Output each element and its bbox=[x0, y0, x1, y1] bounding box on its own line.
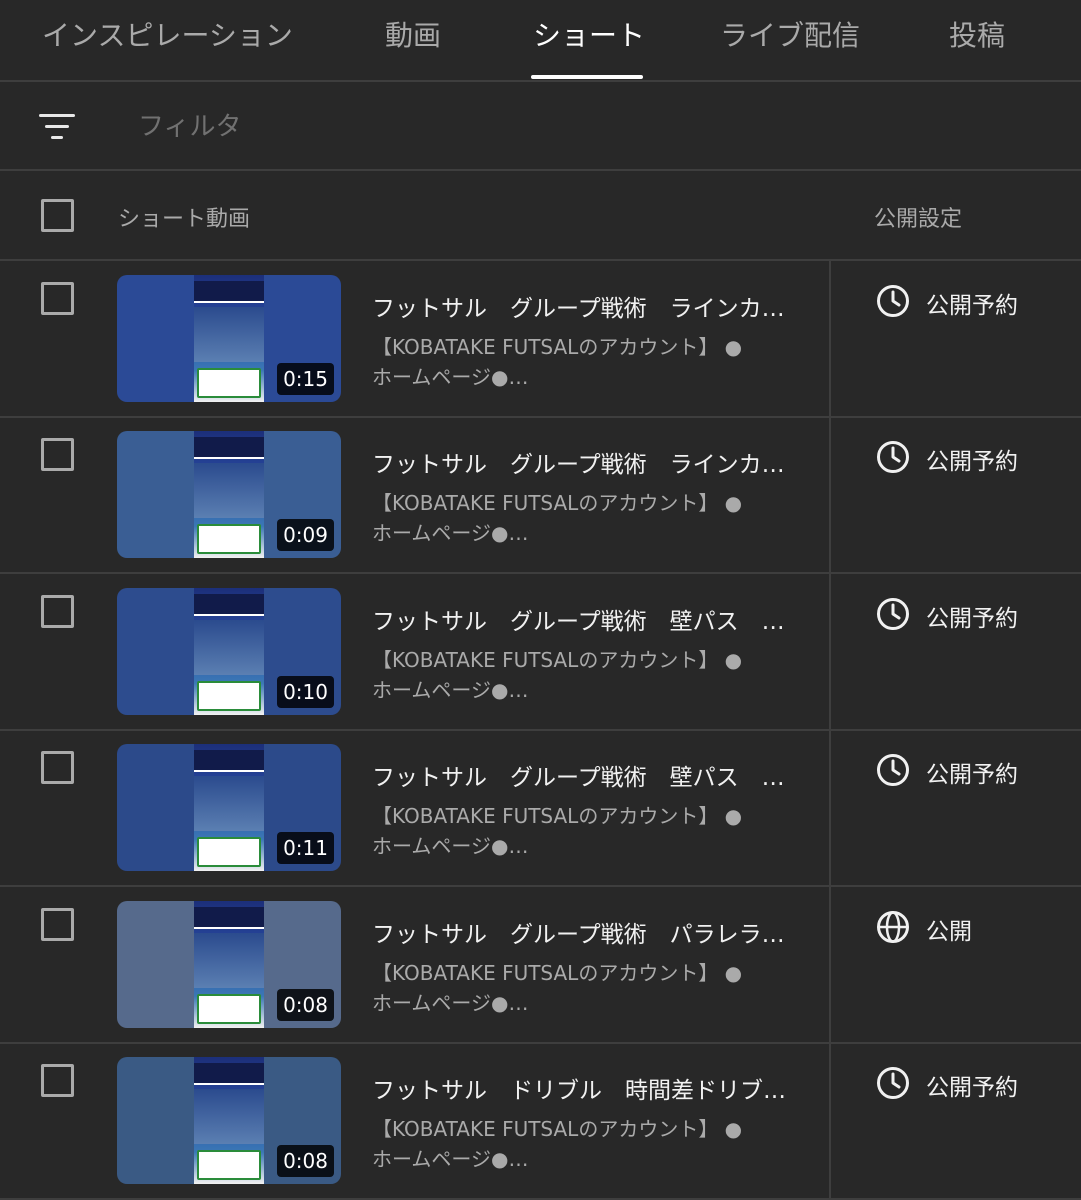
column-divider bbox=[829, 1043, 831, 1198]
visibility-label: 公開予約 bbox=[926, 1075, 1018, 1101]
video-description-line2: ホームページ●… bbox=[372, 1147, 529, 1171]
duration-badge: 0:15 bbox=[277, 363, 334, 395]
video-thumbnail[interactable]: 0:08 bbox=[117, 1057, 341, 1184]
thumbnail-image bbox=[194, 431, 264, 558]
visibility-label: 公開予約 bbox=[926, 293, 1018, 319]
column-divider bbox=[829, 261, 831, 416]
video-description: 【KOBATAKE FUTSALのアカウント】 ● bbox=[372, 335, 743, 359]
video-description-line2: ホームページ●… bbox=[372, 834, 529, 858]
video-description-line2: ホームページ●… bbox=[372, 365, 529, 389]
row-checkbox[interactable] bbox=[41, 595, 74, 628]
video-description-line2: ホームページ●… bbox=[372, 991, 529, 1015]
thumbnail-image bbox=[194, 1057, 264, 1184]
video-thumbnail[interactable]: 0:09 bbox=[117, 431, 341, 558]
video-description: 【KOBATAKE FUTSALのアカウント】 ● bbox=[372, 1117, 743, 1141]
video-title[interactable]: フットサル ドリブル 時間差ドリブ… bbox=[372, 1071, 796, 1103]
video-row: 0:08 フットサル グループ戦術 パラレラ… 【KOBATAKE FUTSAL… bbox=[0, 887, 1081, 1044]
duration-badge: 0:08 bbox=[277, 989, 334, 1021]
tab-live[interactable]: ライブ配信 bbox=[720, 14, 860, 54]
video-row: 0:15 フットサル グループ戦術 ラインカ… 【KOBATAKE FUTSAL… bbox=[0, 261, 1081, 418]
thumbnail-image bbox=[194, 275, 264, 402]
thumbnail-image bbox=[194, 588, 264, 715]
table-header: ショート動画 公開設定 bbox=[0, 171, 1081, 261]
filter-icon[interactable] bbox=[37, 112, 77, 142]
video-thumbnail[interactable]: 0:15 bbox=[117, 275, 341, 402]
video-thumbnail[interactable]: 0:10 bbox=[117, 588, 341, 715]
column-divider bbox=[829, 574, 831, 729]
active-tab-indicator bbox=[531, 75, 643, 79]
visibility-label: 公開予約 bbox=[926, 606, 1018, 632]
thumbnail-image bbox=[194, 744, 264, 871]
visibility-label: 公開予約 bbox=[926, 449, 1018, 475]
video-title[interactable]: フットサル グループ戦術 壁パス … bbox=[372, 758, 796, 790]
column-divider bbox=[829, 730, 831, 885]
video-row: 0:08 フットサル ドリブル 時間差ドリブ… 【KOBATAKE FUTSAL… bbox=[0, 1043, 1081, 1200]
column-divider bbox=[829, 887, 831, 1042]
video-title[interactable]: フットサル グループ戦術 壁パス … bbox=[372, 602, 796, 634]
select-all-checkbox[interactable] bbox=[41, 199, 74, 232]
tab-shorts[interactable]: ショート bbox=[533, 14, 645, 54]
video-title[interactable]: フットサル グループ戦術 ラインカ… bbox=[372, 289, 796, 321]
video-description-line2: ホームページ●… bbox=[372, 521, 529, 545]
video-description: 【KOBATAKE FUTSALのアカウント】 ● bbox=[372, 961, 743, 985]
row-checkbox[interactable] bbox=[41, 438, 74, 471]
row-checkbox[interactable] bbox=[41, 282, 74, 315]
tab-inspiration[interactable]: インスピレーション bbox=[42, 14, 293, 54]
duration-badge: 0:10 bbox=[277, 676, 334, 708]
duration-badge: 0:09 bbox=[277, 519, 334, 551]
visibility-label: 公開予約 bbox=[926, 762, 1018, 788]
video-thumbnail[interactable]: 0:11 bbox=[117, 744, 341, 871]
row-checkbox[interactable] bbox=[41, 908, 74, 941]
tab-bar: インスピレーション 動画 ショート ライブ配信 投稿 bbox=[0, 0, 1081, 82]
video-description-line2: ホームページ●… bbox=[372, 678, 529, 702]
video-description: 【KOBATAKE FUTSALのアカウント】 ● bbox=[372, 491, 743, 515]
video-thumbnail[interactable]: 0:08 bbox=[117, 901, 341, 1028]
filter-input[interactable] bbox=[138, 106, 638, 148]
duration-badge: 0:11 bbox=[277, 832, 334, 864]
duration-badge: 0:08 bbox=[277, 1145, 334, 1177]
row-checkbox[interactable] bbox=[41, 1064, 74, 1097]
column-divider bbox=[829, 417, 831, 572]
thumbnail-image bbox=[194, 901, 264, 1028]
column-header-shorts: ショート動画 bbox=[118, 207, 251, 232]
video-description: 【KOBATAKE FUTSALのアカウント】 ● bbox=[372, 804, 743, 828]
tab-videos[interactable]: 動画 bbox=[385, 14, 441, 54]
video-title[interactable]: フットサル グループ戦術 ラインカ… bbox=[372, 445, 796, 477]
visibility-label: 公開 bbox=[926, 919, 972, 945]
filter-bar bbox=[0, 82, 1081, 171]
video-description: 【KOBATAKE FUTSALのアカウント】 ● bbox=[372, 648, 743, 672]
tab-posts[interactable]: 投稿 bbox=[949, 14, 1005, 54]
video-row: 0:09 フットサル グループ戦術 ラインカ… 【KOBATAKE FUTSAL… bbox=[0, 417, 1081, 574]
video-title[interactable]: フットサル グループ戦術 パラレラ… bbox=[372, 915, 796, 947]
row-checkbox[interactable] bbox=[41, 751, 74, 784]
video-row: 0:10 フットサル グループ戦術 壁パス … 【KOBATAKE FUTSAL… bbox=[0, 574, 1081, 731]
column-header-visibility: 公開設定 bbox=[874, 207, 963, 232]
video-row: 0:11 フットサル グループ戦術 壁パス … 【KOBATAKE FUTSAL… bbox=[0, 730, 1081, 887]
